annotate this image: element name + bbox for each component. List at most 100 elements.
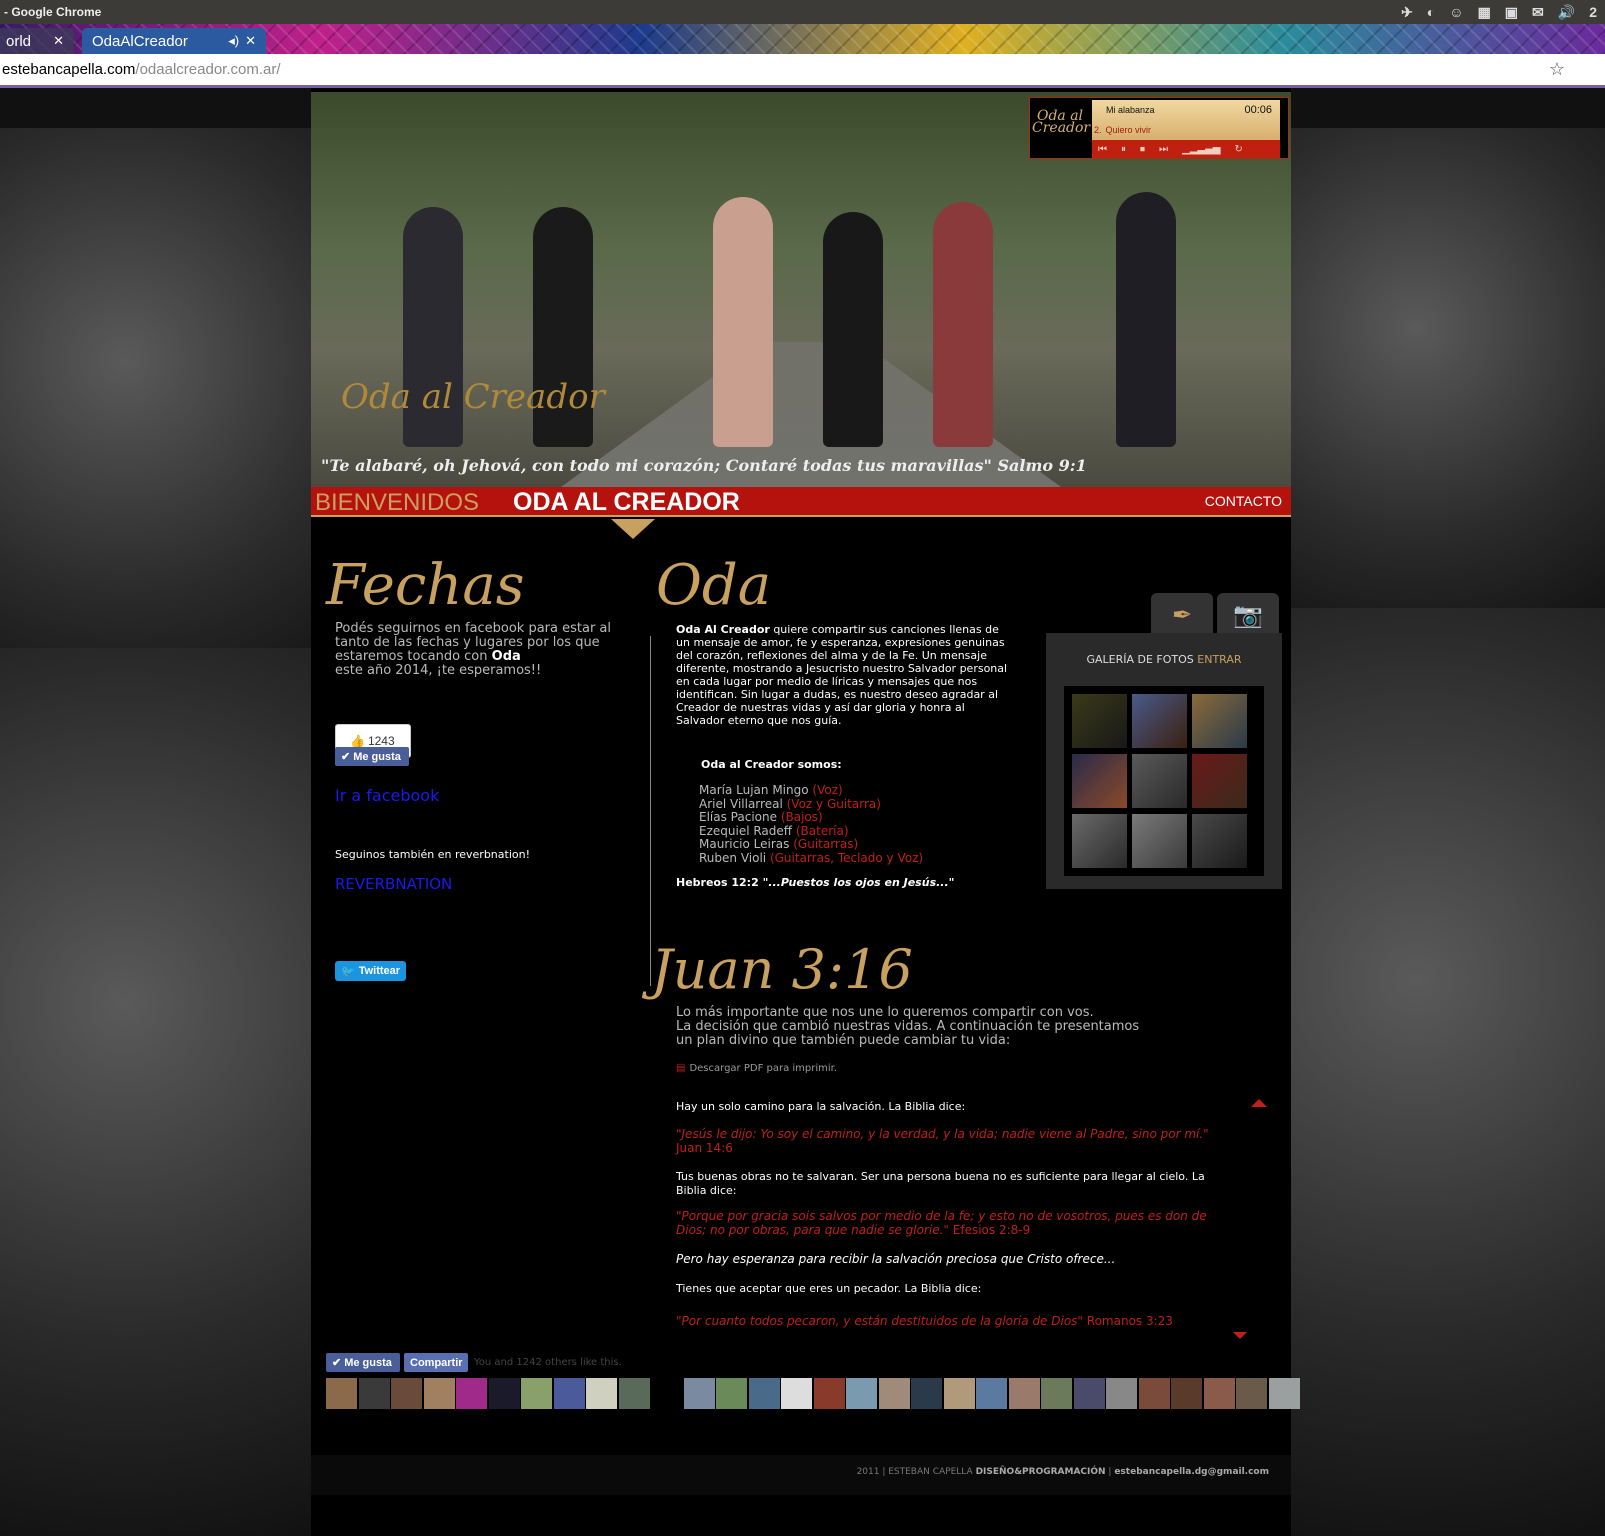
tray-icon[interactable]: ▦ — [1478, 4, 1491, 21]
volume-bars-icon[interactable]: ▁▂▃▄▅ — [1182, 144, 1220, 155]
playlist[interactable]: Mi alabanza 00:06 2. Quiero vivir — [1092, 100, 1280, 140]
main-page: Oda al Creador "Te alabaré, oh Jehová, c… — [311, 88, 1300, 1536]
friend-avatar[interactable] — [846, 1378, 877, 1409]
mail-icon[interactable]: ✉ — [1532, 4, 1544, 21]
tab-active[interactable]: OdaAlCreador ◂) ✕ — [82, 28, 266, 54]
gallery-thumb[interactable] — [1072, 694, 1127, 748]
gallery-thumb[interactable] — [1192, 694, 1247, 748]
gallery-thumb[interactable] — [1192, 814, 1247, 868]
loop-icon[interactable]: ↻ — [1234, 144, 1242, 155]
friend-avatar[interactable] — [878, 1378, 910, 1409]
friend-avatar[interactable] — [1073, 1378, 1105, 1409]
facebook-link[interactable]: Ir a facebook — [335, 786, 439, 805]
background-photo — [0, 128, 311, 708]
members-heading: Oda al Creador somos: — [701, 758, 842, 771]
nav-indicator-arrow — [611, 519, 655, 539]
reverbnation-link[interactable]: REVERBNATION — [335, 875, 452, 893]
members-list: María Lujan Mingo (Voz) Ariel Villarreal… — [699, 783, 923, 865]
fb-like-button[interactable]: ✔ Me gusta — [326, 1353, 400, 1372]
fb-share-button[interactable]: Compartir — [404, 1353, 468, 1372]
tray-icon[interactable]: ☺ — [1449, 4, 1463, 21]
address-bar[interactable]: estebancapella.com/odaalcreador.com.ar/ … — [0, 54, 1605, 88]
friend-avatar[interactable] — [586, 1378, 617, 1409]
friend-avatar[interactable] — [391, 1378, 422, 1409]
fb-like-button[interactable]: ✔ Me gusta — [335, 747, 409, 766]
gallery-thumb[interactable] — [1132, 814, 1187, 868]
scroll-up-arrow-icon[interactable] — [1251, 1099, 1267, 1107]
tray-icon[interactable]: ◐ — [1427, 4, 1435, 21]
friend-avatar[interactable] — [1106, 1378, 1137, 1409]
friend-avatar[interactable] — [423, 1378, 455, 1409]
gallery-thumb[interactable] — [1132, 754, 1187, 808]
member-item: Mauricio Leiras (Guitarras) — [699, 837, 859, 851]
gallery-thumb[interactable] — [1192, 754, 1247, 808]
bookmark-star-icon[interactable]: ☆ — [1549, 59, 1565, 80]
tab-inactive[interactable]: orld ✕ — [0, 28, 74, 54]
fb-friends-faces — [326, 1378, 1300, 1409]
friend-avatar[interactable] — [716, 1378, 747, 1409]
friend-avatar[interactable] — [943, 1378, 975, 1409]
camera-icon[interactable]: 📷 — [1217, 593, 1279, 637]
close-icon[interactable]: ✕ — [245, 33, 256, 49]
tray-icon[interactable]: ✈ — [1401, 4, 1413, 21]
tab-strip: orld ✕ OdaAlCreador ◂) ✕ — [0, 24, 1605, 54]
friend-avatar[interactable] — [326, 1378, 357, 1409]
friend-avatar[interactable] — [521, 1378, 552, 1409]
tray-icon[interactable]: ▣ — [1505, 4, 1518, 21]
gallery-thumb[interactable] — [1072, 814, 1127, 868]
friend-avatar[interactable] — [358, 1378, 390, 1409]
gallery-grid — [1064, 686, 1264, 876]
friend-avatar[interactable] — [1041, 1378, 1072, 1409]
friend-avatar[interactable] — [488, 1378, 520, 1409]
friend-avatar[interactable] — [683, 1378, 715, 1409]
friend-avatar[interactable] — [1171, 1378, 1202, 1409]
photo-gallery: GALERÍA DE FOTOS ENTRAR — [1046, 633, 1282, 889]
friend-avatar[interactable] — [813, 1378, 845, 1409]
scroll-down-arrow-icon[interactable] — [1233, 1332, 1247, 1339]
nav-contact-link[interactable]: CONTACTO — [1205, 493, 1282, 509]
friend-avatar[interactable] — [553, 1378, 585, 1409]
juan-title: Juan 3:16 — [651, 938, 913, 1001]
salvation-p2: Tus buenas obras no te salvaran. Ser una… — [676, 1170, 1205, 1197]
footer: 2011 | ESTEBAN CAPELLA DISEÑO&PROGRAMACI… — [311, 1455, 1291, 1495]
gallery-enter-link[interactable]: ENTRAR — [1197, 653, 1241, 666]
music-player[interactable]: Oda al Creador Mi alabanza 00:06 2. Quiero… — [1029, 97, 1289, 159]
friend-avatar[interactable] — [456, 1378, 487, 1409]
prev-icon[interactable]: ⏮ — [1098, 144, 1107, 155]
nav-band-name[interactable]: ODA AL CREADOR — [513, 488, 740, 517]
tab-label: orld — [6, 32, 32, 50]
footer-email[interactable]: estebancapella.dg@gmail.com — [1114, 1467, 1269, 1477]
friend-avatar[interactable] — [976, 1378, 1007, 1409]
background-photo — [1291, 128, 1605, 628]
friend-avatar[interactable] — [1008, 1378, 1040, 1409]
playlist-track[interactable]: Mi alabanza 00:06 — [1092, 100, 1280, 120]
pdf-download-link[interactable]: ▤ Descargar PDF para imprimir. — [676, 1062, 837, 1076]
next-icon[interactable]: ⏭ — [1159, 144, 1168, 155]
friend-avatar[interactable] — [911, 1378, 942, 1409]
playlist-track[interactable]: 2. Quiero vivir — [1092, 120, 1280, 140]
salvation-p4: Tienes que aceptar que eres un pecador. … — [676, 1282, 982, 1295]
close-icon[interactable]: ✕ — [53, 33, 64, 49]
pen-icon[interactable]: ✒ — [1151, 593, 1213, 637]
friend-avatar[interactable] — [748, 1378, 780, 1409]
friend-avatar[interactable] — [1203, 1378, 1235, 1409]
friend-avatar[interactable] — [651, 1378, 682, 1409]
friend-avatar[interactable] — [1268, 1378, 1300, 1409]
stop-icon[interactable]: ⏹ — [1140, 144, 1145, 155]
tweet-button[interactable]: 🐦 Twittear — [335, 961, 406, 981]
hero-banner: Oda al Creador "Te alabaré, oh Jehová, c… — [311, 92, 1291, 487]
friend-avatar[interactable] — [618, 1378, 650, 1409]
check-icon: ✔ — [341, 751, 351, 763]
friend-avatar[interactable] — [781, 1378, 812, 1409]
friend-avatar[interactable] — [1236, 1378, 1267, 1409]
nav-welcome[interactable]: BIENVENIDOS — [315, 489, 479, 517]
pause-icon[interactable]: ⏸ — [1121, 144, 1126, 155]
volume-icon[interactable]: 🔊 — [1558, 4, 1575, 21]
salvation-quote3: "Por cuanto todos pecaron, y están desti… — [676, 1314, 1173, 1328]
band-member-photo — [713, 197, 773, 447]
gallery-thumb[interactable] — [1132, 694, 1187, 748]
friend-avatar[interactable] — [1138, 1378, 1170, 1409]
gallery-thumb[interactable] — [1072, 754, 1127, 808]
clock[interactable]: 2 — [1589, 4, 1597, 21]
url-text[interactable]: estebancapella.com/odaalcreador.com.ar/ — [0, 61, 281, 78]
